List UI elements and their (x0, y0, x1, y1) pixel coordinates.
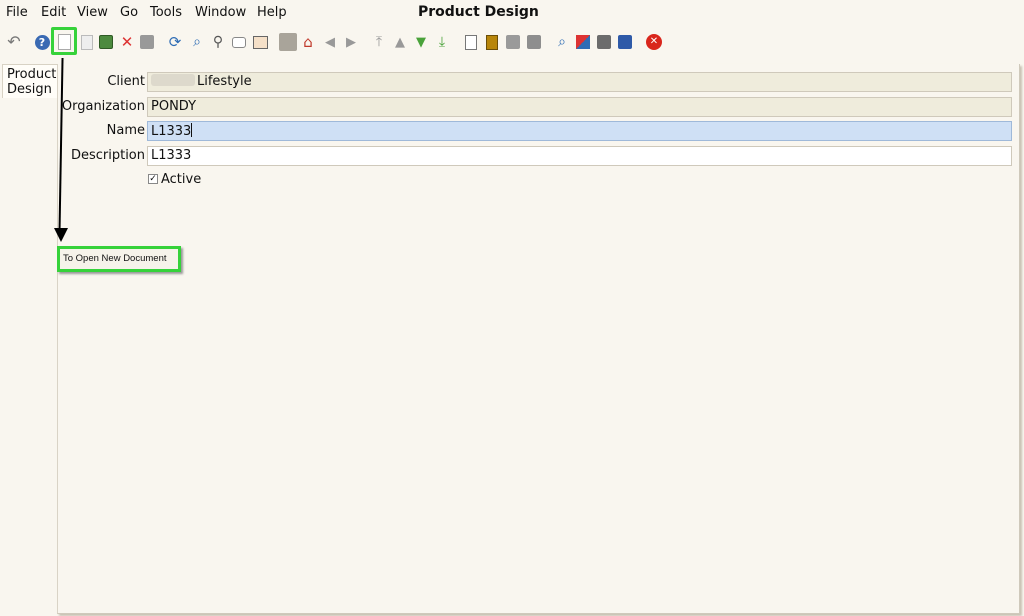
refresh-icon[interactable]: ⟳ (166, 33, 184, 51)
zoom-across-icon[interactable]: ⌕ (553, 33, 571, 51)
client-field[interactable]: Lifestyle (147, 72, 1012, 92)
client-label: Client (107, 74, 145, 89)
find-icon[interactable]: ⌕ (188, 33, 206, 51)
copy-record-icon[interactable] (78, 33, 96, 51)
attachment-icon[interactable]: ⚲ (209, 33, 227, 51)
menu-window[interactable]: Window (195, 5, 246, 20)
toolbar: ↶ ? ✕ ⟳ ⌕ ⚲ ⌂ ◀ ▶ ⤒ ▲ ▼ ⤓ ⌕ ✕ (0, 28, 1024, 58)
archived-documents-icon[interactable] (483, 33, 501, 51)
organization-label: Organization (61, 99, 145, 114)
next-record-icon[interactable]: ▼ (412, 33, 430, 51)
organization-value: PONDY (151, 99, 197, 114)
menu-go[interactable]: Go (120, 5, 138, 20)
workflow-icon[interactable] (574, 33, 592, 51)
description-field[interactable]: L1333 (147, 146, 1012, 166)
menu-help[interactable]: Help (257, 5, 287, 20)
name-value: L1333 (151, 124, 192, 139)
menu-edit[interactable]: Edit (41, 5, 66, 20)
organization-field[interactable]: PONDY (147, 97, 1012, 117)
active-checkbox[interactable]: ✓ (148, 174, 158, 184)
menu-file[interactable]: File (6, 5, 28, 20)
print-preview-icon[interactable] (504, 33, 522, 51)
previous-record-icon[interactable]: ▲ (391, 33, 409, 51)
new-button-highlight (51, 27, 77, 55)
menubar: File Edit View Go Tools Window Help Prod… (0, 0, 1024, 26)
save-icon[interactable] (138, 33, 156, 51)
menu-tools[interactable]: Tools (150, 5, 182, 20)
last-record-icon[interactable]: ⤓ (433, 33, 451, 51)
product-info-icon[interactable] (616, 33, 634, 51)
help-icon[interactable]: ? (33, 33, 51, 51)
close-icon[interactable]: ✕ (645, 33, 663, 51)
menu-view[interactable]: View (77, 5, 108, 20)
delete-icon[interactable]: ✕ (118, 33, 136, 51)
text-caret (191, 123, 193, 137)
home-icon[interactable]: ⌂ (299, 33, 317, 51)
grid-toggle-icon[interactable] (251, 33, 269, 51)
redacted-client-name (151, 74, 195, 86)
chat-icon[interactable] (230, 33, 248, 51)
first-record-icon[interactable]: ⤒ (370, 33, 388, 51)
print-icon[interactable] (525, 33, 543, 51)
undo-icon[interactable]: ↶ (5, 33, 23, 51)
name-label: Name (106, 123, 145, 138)
name-field[interactable]: L1333 (147, 121, 1012, 141)
request-icon[interactable] (595, 33, 613, 51)
report-icon[interactable] (462, 33, 480, 51)
annotation-callout: To Open New Document (57, 246, 181, 272)
description-label: Description (70, 148, 145, 163)
description-value: L1333 (151, 148, 192, 163)
active-label: Active (161, 172, 202, 187)
window-title: Product Design (418, 4, 539, 20)
parent-record-icon[interactable]: ◀ (321, 33, 339, 51)
annotation-arrowhead (54, 228, 68, 242)
detail-record-icon[interactable]: ▶ (342, 33, 360, 51)
client-value: Lifestyle (197, 74, 252, 89)
archive-icon[interactable] (97, 33, 115, 51)
history-icon[interactable] (279, 33, 297, 51)
